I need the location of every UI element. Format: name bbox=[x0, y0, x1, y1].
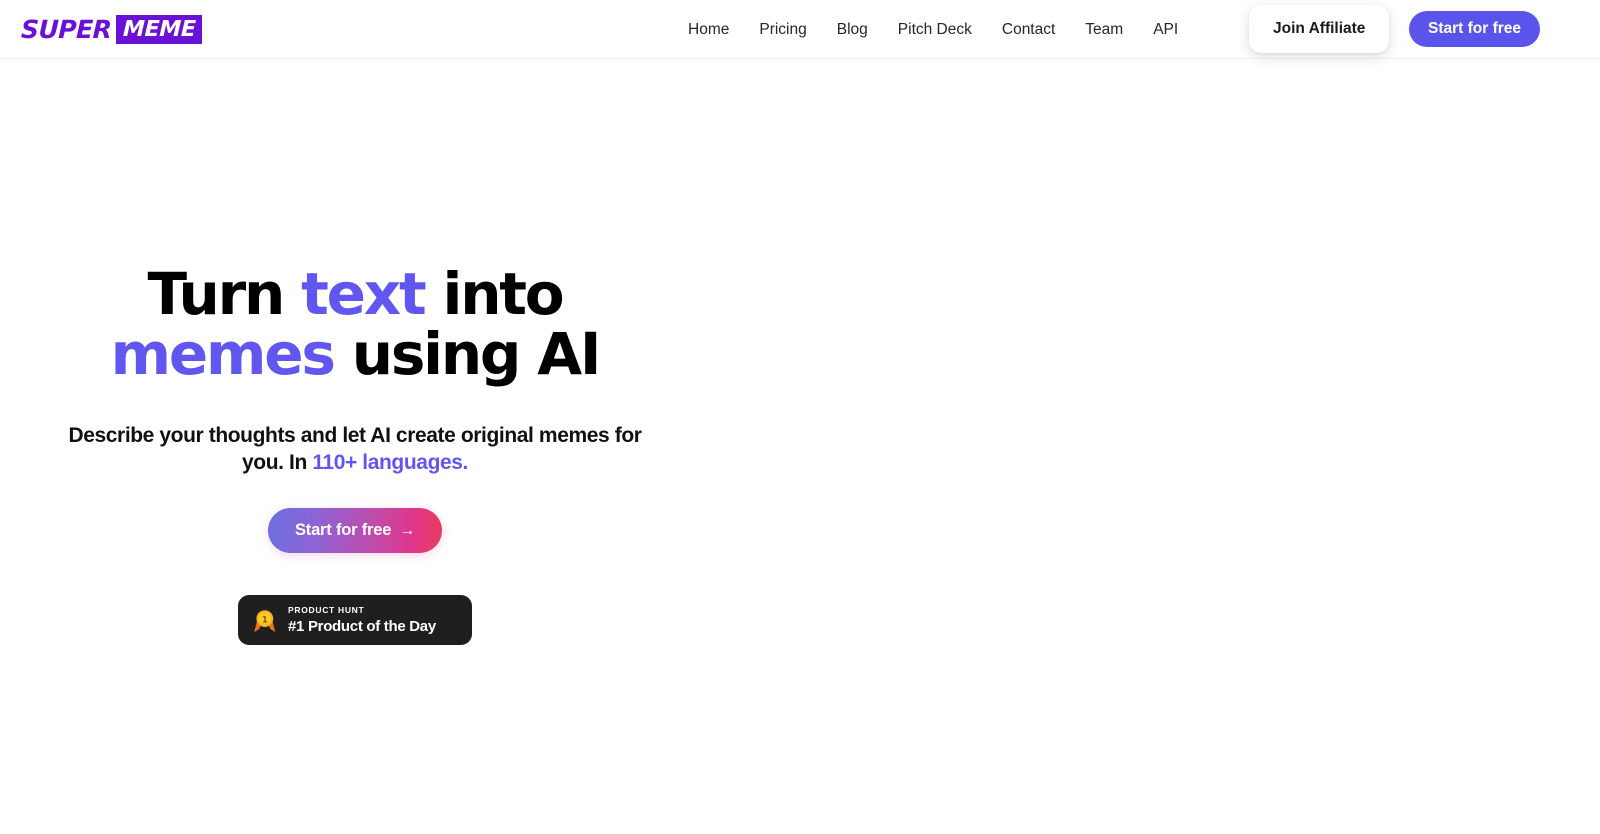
logo[interactable]: SUPER MEME bbox=[20, 15, 203, 44]
hero-cta-label: Start for free bbox=[294, 521, 392, 539]
subtitle-languages-highlight: 110+ languages. bbox=[312, 451, 468, 474]
nav-item-home[interactable]: Home bbox=[688, 0, 744, 59]
headline-accent-text: text bbox=[301, 260, 427, 328]
logo-badge-meme: MEME bbox=[116, 15, 203, 44]
hero-start-for-free-button[interactable]: Start for free → bbox=[267, 508, 443, 553]
nav-item-contact[interactable]: Contact bbox=[987, 0, 1070, 59]
main-content: Turn text into memes using AI Describe y… bbox=[0, 59, 1600, 834]
hero-subtitle: Describe your thoughts and let AI create… bbox=[65, 422, 645, 476]
product-hunt-title: #1 Product of the Day bbox=[288, 617, 436, 635]
gold-medal-icon: 1 bbox=[252, 607, 278, 634]
headline-part-1: Turn bbox=[147, 260, 302, 328]
headline-part-3: using AI bbox=[333, 320, 602, 388]
page-title: Turn text into memes using AI bbox=[90, 264, 620, 384]
product-hunt-badge-text: PRODUCT HUNT #1 Product of the Day bbox=[288, 605, 436, 636]
nav-item-api[interactable]: API bbox=[1138, 0, 1193, 59]
headline-part-2: into bbox=[424, 260, 565, 328]
header-start-for-free-button[interactable]: Start for free bbox=[1409, 11, 1541, 47]
headline-accent-memes: memes bbox=[110, 320, 336, 388]
logo-text-super: SUPER bbox=[20, 15, 112, 44]
nav-item-blog[interactable]: Blog bbox=[822, 0, 883, 59]
nav-item-pricing[interactable]: Pricing bbox=[744, 0, 821, 59]
hero-section: Turn text into memes using AI Describe y… bbox=[0, 59, 710, 645]
main-navigation: Home Pricing Blog Pitch Deck Contact Tea… bbox=[688, 0, 1193, 59]
site-header: SUPER MEME Home Pricing Blog Pitch Deck … bbox=[0, 0, 1600, 59]
product-hunt-kicker: PRODUCT HUNT bbox=[288, 604, 365, 615]
arrow-right-icon: → bbox=[399, 521, 416, 539]
join-affiliate-button[interactable]: Join Affiliate bbox=[1249, 5, 1390, 53]
nav-item-team[interactable]: Team bbox=[1070, 0, 1138, 59]
logo-text-meme: MEME bbox=[123, 16, 197, 42]
svg-text:1: 1 bbox=[262, 615, 268, 625]
nav-item-pitch-deck[interactable]: Pitch Deck bbox=[883, 0, 987, 59]
product-hunt-badge[interactable]: 1 PRODUCT HUNT #1 Product of the Day bbox=[238, 595, 472, 645]
